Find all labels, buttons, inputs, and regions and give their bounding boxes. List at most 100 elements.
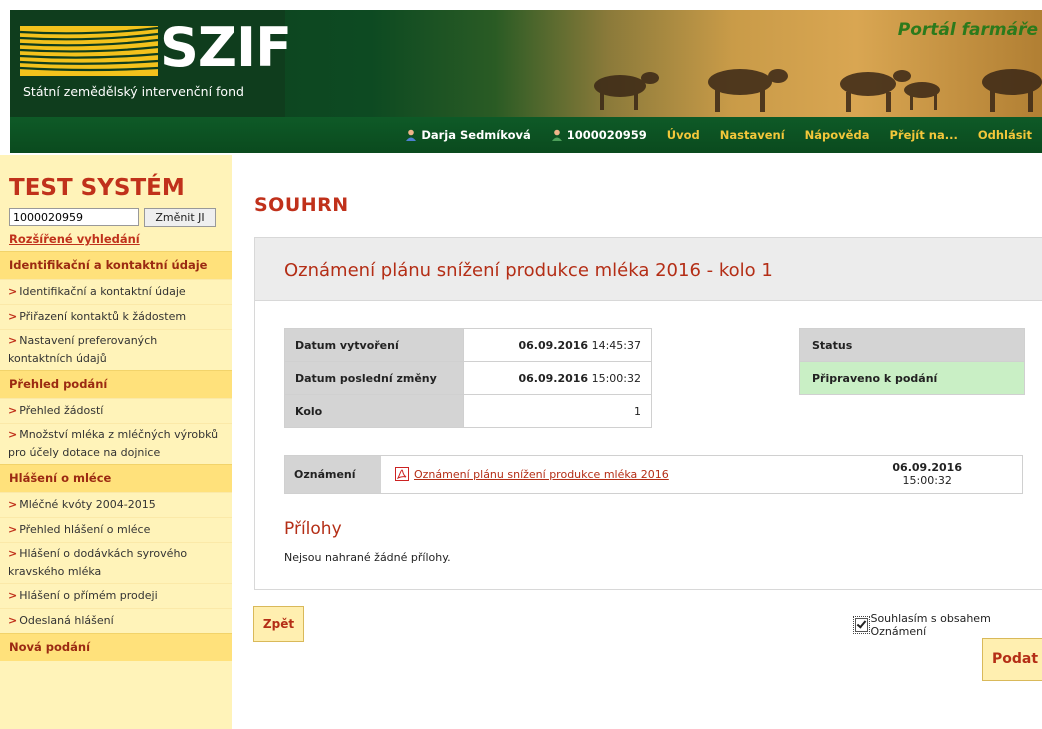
top-navigation-bar: Darja Sedmíková 1000020959 Úvod Nastaven… — [10, 117, 1042, 153]
agree-checkbox-row[interactable]: Souhlasím s obsahem Oznámení — [852, 612, 1042, 638]
sidebar-item[interactable]: > Přehled žádostí — [0, 398, 232, 423]
user-id-icon — [551, 129, 562, 141]
sidebar-item[interactable]: > Hlášení o přímém prodeji — [0, 583, 232, 608]
chevron-right-icon: > — [8, 310, 18, 323]
panel-title: Oznámení plánu snížení produkce mléka 20… — [284, 260, 773, 281]
sidebar-section-label: Identifikační a kontaktní údaje — [9, 258, 208, 272]
change-ji-button[interactable]: Změnit JI — [144, 208, 216, 227]
logo-field-icon — [20, 26, 158, 76]
nav-user-name[interactable]: Darja Sedmíková — [395, 128, 540, 142]
sidebar-section-label: Hlášení o mléce — [9, 471, 112, 485]
sidebar-item[interactable]: > Mléčné kvóty 2004-2015 — [0, 492, 232, 517]
table-row: Datum vytvoření 06.09.2016 14:45:37 — [284, 328, 652, 362]
attachments-title: Přílohy — [284, 519, 342, 539]
sidebar-section-header: Identifikační a kontaktní údaje — [0, 251, 232, 279]
created-time: 14:45:37 — [591, 338, 641, 352]
sidebar-item[interactable]: > Přehled hlášení o mléce — [0, 517, 232, 542]
created-date: 06.09.2016 — [518, 338, 589, 352]
status-table: Status Připraveno k podání — [799, 328, 1025, 395]
chevron-right-icon: > — [8, 285, 18, 298]
sidebar-item-label: Identifikační a kontaktní údaje — [19, 285, 186, 298]
nav-napoveda[interactable]: Nápověda — [795, 128, 880, 142]
sidebar-item-label: Přehled žádostí — [19, 404, 104, 417]
chevron-right-icon: > — [8, 334, 18, 347]
sidebar-item[interactable]: > Přiřazení kontaktů k žádostem — [0, 304, 232, 329]
sidebar-section-header: Přehled podání — [0, 370, 232, 398]
portal-title: Portál farmáře — [897, 20, 1038, 40]
page-title: SOUHRN — [254, 194, 349, 216]
table-row: Datum poslední změny 06.09.2016 15:00:32 — [284, 361, 652, 395]
nav-ji[interactable]: 1000020959 — [541, 128, 657, 142]
sidebar-section-label: Přehled podání — [9, 377, 108, 391]
submit-button[interactable]: Podat — [982, 638, 1042, 681]
nav-nastaveni[interactable]: Nastavení — [710, 128, 795, 142]
table-row: Kolo 1 — [284, 394, 652, 428]
user-icon — [406, 129, 417, 141]
back-button[interactable]: Zpět — [253, 606, 304, 642]
sidebar-item[interactable]: > Hlášení o dodávkách syrového kravského … — [0, 542, 232, 583]
round-label: Kolo — [284, 394, 464, 428]
sidebar-item-label: Hlášení o přímém prodeji — [19, 589, 158, 602]
sidebar-menu: Identifikační a kontaktní údaje > Identifi… — [0, 251, 232, 661]
nav-prejit-na[interactable]: Přejít na... — [879, 128, 967, 142]
sidebar-item-label: Přiřazení kontaktů k žádostem — [19, 310, 187, 323]
szif-logo[interactable]: SZIF Státní zemědělský intervenční fond — [10, 10, 292, 117]
logo-text: SZIF — [160, 16, 292, 79]
panel-header: Oznámení plánu snížení produkce mléka 20… — [255, 238, 1042, 301]
sidebar-item-label: Množství mléka z mléčných výrobků pro úč… — [8, 428, 219, 459]
logo-subtitle: Státní zemědělský intervenční fond — [23, 84, 244, 99]
info-table: Datum vytvoření 06.09.2016 14:45:37 Datu… — [284, 328, 652, 428]
advanced-search-link[interactable]: Rozšířené vyhledání — [9, 232, 140, 246]
oznameni-row: Oznámení Oznámení plánu snížení produkce… — [284, 455, 1023, 494]
chevron-right-icon: > — [8, 498, 18, 511]
header: SZIF Státní zemědělský intervenční fond … — [0, 0, 1042, 155]
oznameni-datetime: 06.09.2016 15:00:32 — [892, 461, 962, 487]
nav-ji-label: 1000020959 — [566, 128, 647, 142]
banner: SZIF Státní zemědělský intervenční fond … — [10, 10, 1042, 117]
sidebar-section-header: Hlášení o mléce — [0, 464, 232, 492]
oznameni-date: 06.09.2016 — [892, 461, 962, 474]
chevron-right-icon: > — [8, 428, 18, 441]
chevron-right-icon: > — [8, 404, 18, 417]
oznameni-link-text: Oznámení plánu snížení produkce mléka 20… — [414, 467, 669, 481]
ji-input[interactable] — [9, 208, 139, 226]
agree-label[interactable]: Souhlasím s obsahem Oznámení — [870, 612, 1042, 638]
sidebar-item[interactable]: > Odeslaná hlášení — [0, 608, 232, 633]
sidebar-item-label: Hlášení o dodávkách syrového kravského m… — [8, 547, 188, 578]
chevron-right-icon: > — [8, 547, 18, 560]
sidebar-item-label: Nastavení preferovaných kontaktních údaj… — [8, 334, 158, 365]
nav-odhlasit[interactable]: Odhlásit — [968, 128, 1042, 142]
sidebar-item-label: Odeslaná hlášení — [19, 614, 114, 627]
chevron-right-icon: > — [8, 614, 18, 627]
test-system-title: TEST SYSTÉM — [9, 175, 185, 201]
created-label: Datum vytvoření — [284, 328, 464, 362]
round-value: 1 — [463, 394, 652, 428]
summary-panel: Oznámení plánu snížení produkce mléka 20… — [254, 237, 1042, 590]
status-value: Připraveno k podání — [799, 361, 1025, 395]
cows-image — [594, 69, 1042, 112]
modified-time: 15:00:32 — [591, 371, 641, 385]
sidebar-item-label: Přehled hlášení o mléce — [19, 523, 151, 536]
modified-date: 06.09.2016 — [518, 371, 589, 385]
sidebar: TEST SYSTÉM Změnit JI Rozšířené vyhledán… — [0, 155, 232, 729]
nav-user-name-label: Darja Sedmíková — [421, 128, 531, 142]
sidebar-item-label: Mléčné kvóty 2004-2015 — [19, 498, 156, 511]
sidebar-item[interactable]: > Identifikační a kontaktní údaje — [0, 279, 232, 304]
sidebar-item[interactable]: > Nastavení preferovaných kontaktních úda… — [0, 329, 232, 370]
sidebar-item[interactable]: > Množství mléka z mléčných výrobků pro ú… — [0, 423, 232, 464]
attachments-empty-text: Nejsou nahrané žádné přílohy. — [284, 551, 451, 564]
chevron-right-icon: > — [8, 589, 18, 602]
agree-checkbox[interactable] — [852, 616, 871, 634]
created-value: 06.09.2016 14:45:37 — [463, 328, 652, 362]
nav-uvod[interactable]: Úvod — [657, 128, 710, 142]
chevron-right-icon: > — [8, 523, 18, 536]
oznameni-document-link[interactable]: Oznámení plánu snížení produkce mléka 20… — [395, 467, 669, 481]
modified-value: 06.09.2016 15:00:32 — [463, 361, 652, 395]
status-label: Status — [799, 328, 1025, 362]
sidebar-section-label: Nová podání — [9, 640, 91, 654]
pdf-icon — [395, 467, 409, 481]
oznameni-label: Oznámení — [285, 456, 381, 493]
oznameni-time: 15:00:32 — [902, 474, 952, 487]
modified-label: Datum poslední změny — [284, 361, 464, 395]
sidebar-section-header: Nová podání — [0, 633, 232, 661]
